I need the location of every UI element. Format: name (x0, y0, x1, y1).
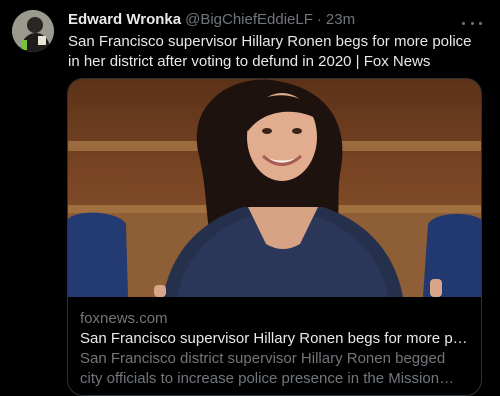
card-photo (68, 79, 481, 297)
avatar[interactable] (12, 10, 54, 52)
author-name[interactable]: Edward Wronka (68, 10, 181, 30)
link-card[interactable]: foxnews.com San Francisco supervisor Hil… (67, 78, 482, 396)
card-image[interactable] (68, 79, 481, 297)
card-title[interactable]: San Francisco supervisor Hillary Ronen b… (80, 329, 469, 348)
separator-dot: · (316, 11, 322, 28)
tweet-content: Edward Wronka @BigChiefEddieLF · 23m San… (68, 10, 484, 72)
tweet[interactable]: Edward Wronka @BigChiefEddieLF · 23m San… (0, 0, 500, 396)
timestamp[interactable]: 23m (326, 10, 355, 30)
avatar-image (12, 10, 54, 52)
tweet-text: San Francisco supervisor Hillary Ronen b… (68, 33, 472, 70)
more-horizontal-icon[interactable] (462, 18, 482, 28)
author-handle[interactable]: @BigChiefEddieLF (185, 10, 313, 30)
tweet-header: Edward Wronka @BigChiefEddieLF · 23m (68, 10, 484, 30)
card-domain: foxnews.com (80, 310, 168, 327)
card-description: San Francisco district supervisor Hillar… (80, 350, 446, 387)
card-meta: foxnews.com San Francisco supervisor Hil… (68, 297, 481, 389)
